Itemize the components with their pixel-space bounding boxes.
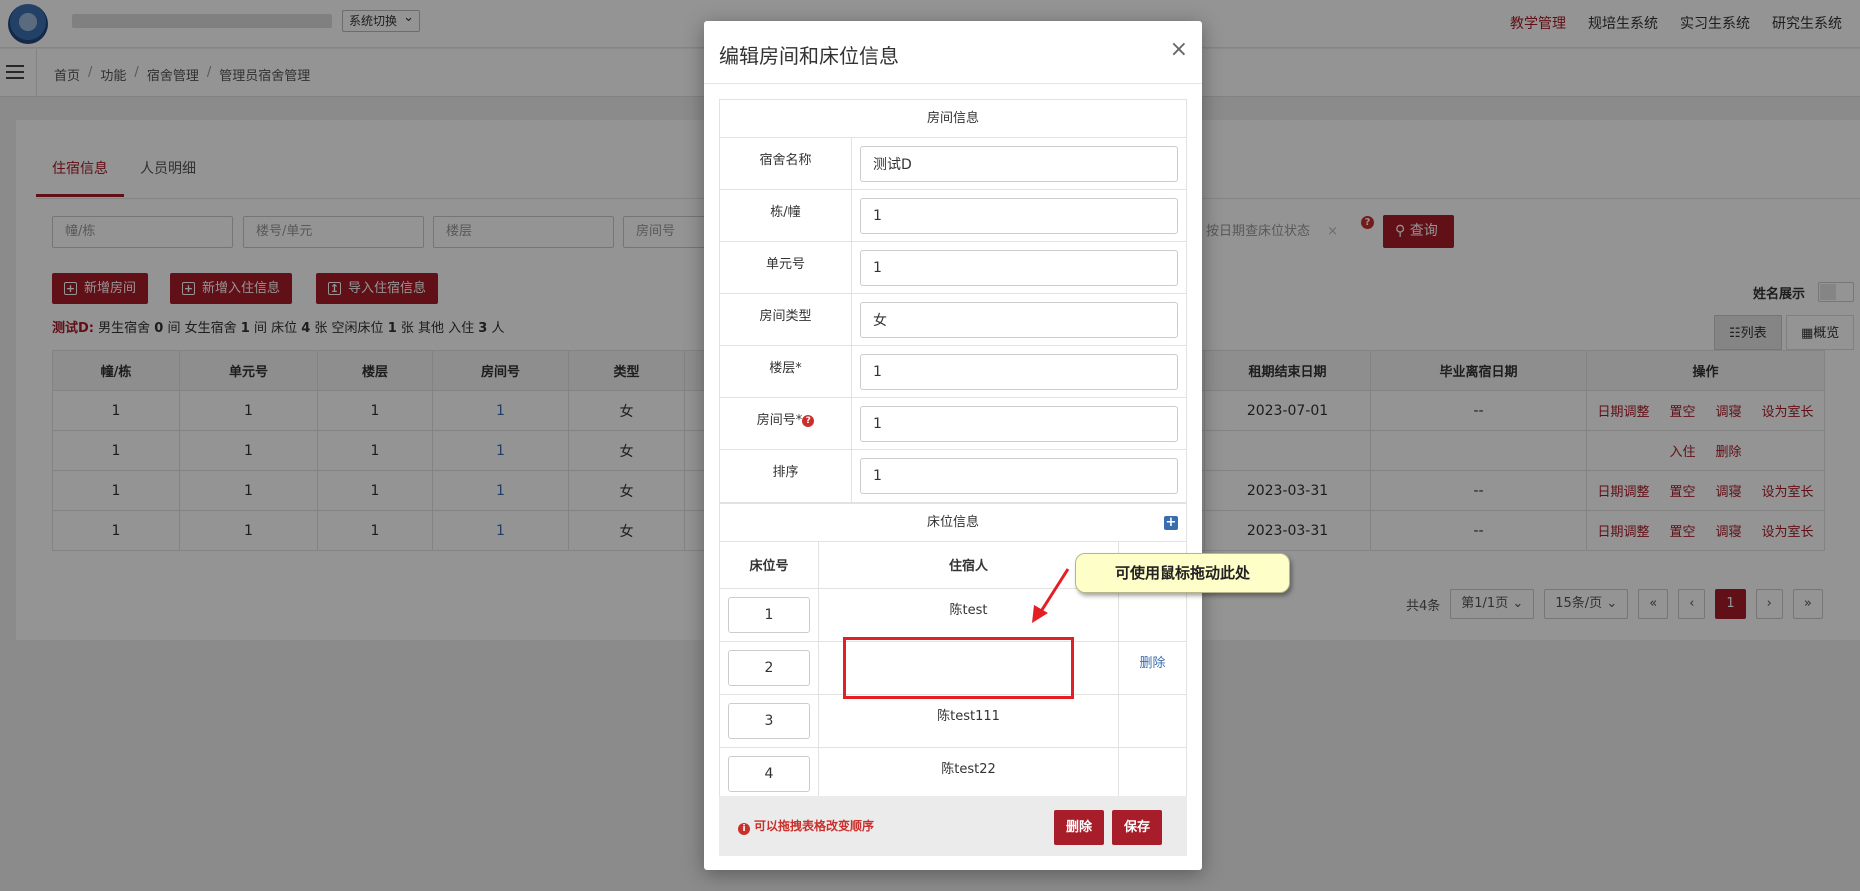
delete-bed-link[interactable]: 删除	[1139, 656, 1165, 671]
bed-number-input[interactable]: 4	[728, 755, 810, 792]
bed-info-heading: 床位信息 +	[720, 504, 1186, 542]
bed-number-input[interactable]: 1	[728, 596, 810, 633]
occupant-cell[interactable]: 陈test111	[818, 694, 1119, 748]
delete-button[interactable]: 删除	[1054, 810, 1105, 845]
floor-input[interactable]	[860, 354, 1178, 390]
bed-number-input[interactable]: 2	[728, 649, 810, 686]
save-button[interactable]: 保存	[1112, 810, 1163, 845]
room-type-input[interactable]	[860, 302, 1178, 338]
field-label: 楼层*	[720, 346, 852, 397]
form-row: 房间号*?	[720, 398, 1186, 450]
bed-row[interactable]: 1 陈test	[720, 588, 1186, 642]
sort-order-input[interactable]	[860, 458, 1178, 494]
modal-footer: i 可以拖拽表格改变顺序 删除 保存	[719, 796, 1187, 856]
field-label: 房间类型	[720, 294, 852, 345]
arrow-icon	[1032, 568, 1070, 623]
unit-input[interactable]	[860, 250, 1178, 286]
modal-header: 编辑房间和床位信息 ×	[704, 21, 1202, 84]
drag-tip: i 可以拖拽表格改变顺序	[738, 817, 874, 835]
bed-action-cell	[1119, 747, 1187, 800]
room-number-input[interactable]	[860, 406, 1178, 442]
bed-action-cell	[1118, 588, 1186, 642]
form-row: 栋/幢	[720, 190, 1186, 242]
help-icon[interactable]: ?	[802, 415, 815, 427]
room-info-heading: 房间信息	[720, 100, 1186, 138]
occupant-cell[interactable]: 陈test22	[818, 747, 1119, 800]
bed-action-cell	[1118, 694, 1186, 748]
field-label: 栋/幢	[720, 190, 852, 241]
building-input[interactable]	[860, 198, 1178, 234]
dorm-name-input[interactable]	[860, 146, 1178, 182]
bed-row[interactable]: 3 陈test111	[720, 694, 1186, 748]
col-bed-number: 床位号	[720, 542, 819, 589]
close-icon[interactable]: ×	[1170, 37, 1188, 62]
edit-room-modal: 编辑房间和床位信息 × 房间信息 宿舍名称 栋/幢 单元号 房间类型 楼层* 房…	[704, 21, 1202, 870]
form-row: 房间类型	[720, 294, 1186, 346]
drag-hint-callout: 可使用鼠标拖动此处	[1075, 553, 1290, 593]
add-bed-icon[interactable]: +	[1164, 516, 1178, 530]
form-row: 楼层*	[720, 346, 1186, 398]
field-label: 排序	[720, 450, 852, 502]
field-label: 单元号	[720, 242, 852, 293]
highlight-box	[843, 637, 1074, 699]
room-info-section: 房间信息 宿舍名称 栋/幢 单元号 房间类型 楼层* 房间号*? 排序	[719, 99, 1187, 503]
form-row: 单元号	[720, 242, 1186, 294]
field-label: 宿舍名称	[720, 138, 852, 189]
form-row: 宿舍名称	[720, 138, 1186, 190]
form-row: 排序	[720, 450, 1186, 502]
bed-number-input[interactable]: 3	[728, 702, 810, 739]
modal-title: 编辑房间和床位信息	[719, 44, 899, 68]
field-label: 房间号*?	[720, 398, 852, 449]
info-icon: i	[738, 823, 750, 835]
bed-row[interactable]: 4 陈test22	[720, 747, 1186, 800]
